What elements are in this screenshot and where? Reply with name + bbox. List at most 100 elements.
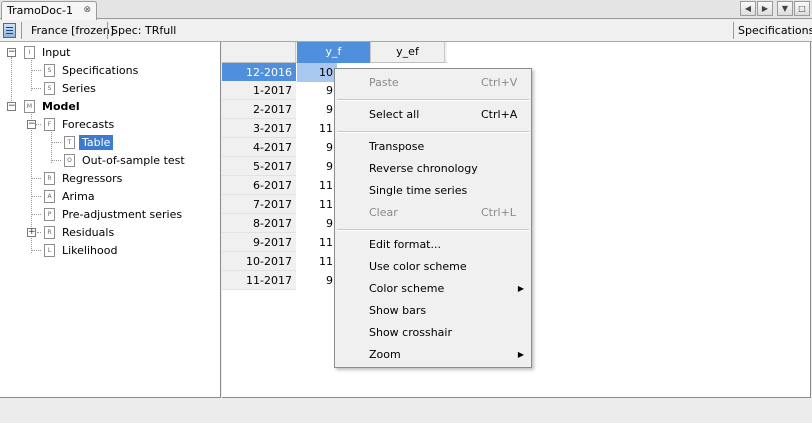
menu-item-paste[interactable]: Paste Ctrl+V (336, 72, 530, 94)
table-cell[interactable]: 9 (297, 100, 337, 119)
tree-connector (11, 57, 12, 105)
specifications-button[interactable]: Specifications (738, 24, 812, 37)
toolbar-separator (733, 22, 734, 39)
tree-item-out-of-sample-test[interactable]: O Out-of-sample test (64, 151, 185, 169)
table-cell[interactable]: 11 (297, 252, 337, 271)
tab-tramodoc[interactable]: TramoDoc-1 ⊗ (1, 1, 97, 20)
tree-item-series[interactable]: S Series (44, 79, 96, 97)
forecasts-node-icon: F (44, 117, 55, 131)
status-bar (0, 398, 812, 423)
tree-item-input[interactable]: I Input (24, 43, 70, 61)
corner-header (222, 42, 296, 63)
tree-item-specifications[interactable]: S Specifications (44, 61, 138, 79)
table-cell[interactable]: 9 (297, 214, 337, 233)
row-header[interactable]: 4-2017 (222, 138, 296, 157)
likelihood-node-icon: L (44, 243, 55, 257)
scroll-right-icon[interactable]: ▶ (757, 1, 773, 16)
close-icon[interactable]: ⊗ (83, 5, 91, 15)
toolbar-separator (21, 22, 22, 39)
dropdown-icon[interactable]: ▼ (777, 1, 793, 16)
column-header-y-ef[interactable]: y_ef (371, 42, 445, 63)
menu-item-select-all[interactable]: Select all Ctrl+A (336, 104, 530, 126)
column-header-y-f[interactable]: y_f (297, 42, 371, 63)
submenu-arrow-icon: ▶ (517, 350, 524, 359)
tree-connector (31, 70, 41, 71)
tree-item-label: Regressors (62, 171, 123, 185)
menu-item-edit-format[interactable]: Edit format... (336, 234, 530, 256)
expand-icon[interactable]: + (27, 228, 36, 237)
table-cell[interactable]: 10 (297, 63, 337, 82)
menu-separator (337, 229, 529, 231)
menu-item-reverse-chronology[interactable]: Reverse chronology (336, 158, 530, 180)
menu-item-color-scheme[interactable]: Color scheme ▶ (336, 278, 530, 300)
table-cell[interactable]: 9 (297, 157, 337, 176)
table-cell[interactable]: 9 (297, 81, 337, 100)
table-cell[interactable]: 11 (297, 119, 337, 138)
menu-item-label: Transpose (369, 140, 425, 153)
tree-connector (51, 142, 61, 143)
menu-item-show-crosshair[interactable]: Show crosshair (336, 322, 530, 344)
row-header[interactable]: 6-2017 (222, 176, 296, 195)
menu-item-label: Single time series (369, 184, 468, 197)
input-node-icon: I (24, 45, 35, 59)
row-header[interactable]: 2-2017 (222, 100, 296, 119)
tree-connector (51, 160, 61, 161)
model-node-icon: M (24, 99, 35, 113)
tree-connector (51, 129, 52, 163)
row-header[interactable]: 3-2017 (222, 119, 296, 138)
table-cell[interactable]: 11 (297, 176, 337, 195)
table-cell[interactable]: 9 (297, 138, 337, 157)
menu-item-label: Show bars (369, 304, 427, 317)
menu-item-transpose[interactable]: Transpose (336, 136, 530, 158)
tree-item-residuals[interactable]: R Residuals (44, 223, 114, 241)
menu-item-clear[interactable]: Clear Ctrl+L (336, 202, 530, 224)
series-node-icon: S (44, 81, 55, 95)
table-cell[interactable]: 11 (297, 233, 337, 252)
menu-item-single-time-series[interactable]: Single time series (336, 180, 530, 202)
row-header[interactable]: 9-2017 (222, 233, 296, 252)
menu-item-label: Edit format... (369, 238, 441, 251)
row-header[interactable]: 1-2017 (222, 81, 296, 100)
table-node-icon: T (64, 135, 75, 149)
collapse-icon[interactable]: − (7, 102, 16, 111)
row-header[interactable]: 8-2017 (222, 214, 296, 233)
tree-item-label: Forecasts (62, 117, 115, 131)
tree-item-arima[interactable]: A Arima (44, 187, 95, 205)
toolbar-separator (107, 22, 108, 39)
maximize-icon[interactable]: □ (794, 1, 810, 16)
row-header[interactable]: 5-2017 (222, 157, 296, 176)
tree-item-label: Input (42, 45, 71, 59)
menu-item-use-color-scheme[interactable]: Use color scheme (336, 256, 530, 278)
menu-shortcut: Ctrl+V (481, 76, 518, 89)
tree-item-pre-adjustment-series[interactable]: P Pre-adjustment series (44, 205, 182, 223)
tree-item-label-selected: Table (79, 134, 114, 150)
row-header[interactable]: 7-2017 (222, 195, 296, 214)
tree-item-forecasts[interactable]: F Forecasts (44, 115, 114, 133)
document-toolbar: France [frozen] Spec: TRfull Specificati… (0, 20, 812, 42)
tree-item-label: Likelihood (62, 243, 118, 257)
table-cell[interactable]: 9 (297, 271, 337, 290)
table-cell[interactable]: 11 (297, 195, 337, 214)
pre-adjustment-node-icon: P (44, 207, 55, 221)
tree-connector (31, 250, 41, 251)
tree-item-regressors[interactable]: R Regressors (44, 169, 122, 187)
menu-shortcut: Ctrl+L (481, 206, 516, 219)
row-header[interactable]: 11-2017 (222, 271, 296, 290)
tree-item-likelihood[interactable]: L Likelihood (44, 241, 117, 259)
scroll-left-icon[interactable]: ◀ (740, 1, 756, 16)
tree-connector (37, 232, 41, 233)
collapse-icon[interactable]: − (7, 48, 16, 57)
tree-item-label: Out-of-sample test (82, 153, 185, 167)
row-header[interactable]: 10-2017 (222, 252, 296, 271)
menu-item-zoom[interactable]: Zoom ▶ (336, 344, 530, 366)
spec-label: Spec: TRfull (111, 24, 177, 37)
menu-item-label: Reverse chronology (369, 162, 478, 175)
tab-title: TramoDoc-1 (7, 4, 74, 17)
tree-item-table[interactable]: T Table (64, 133, 114, 151)
tree-item-model[interactable]: M Model (24, 97, 80, 115)
collapse-icon[interactable]: − (27, 120, 36, 129)
tree-item-label: Pre-adjustment series (62, 207, 183, 221)
row-header[interactable]: 12-2016 (222, 63, 296, 82)
menu-item-show-bars[interactable]: Show bars (336, 300, 530, 322)
tree-connector (31, 196, 41, 197)
